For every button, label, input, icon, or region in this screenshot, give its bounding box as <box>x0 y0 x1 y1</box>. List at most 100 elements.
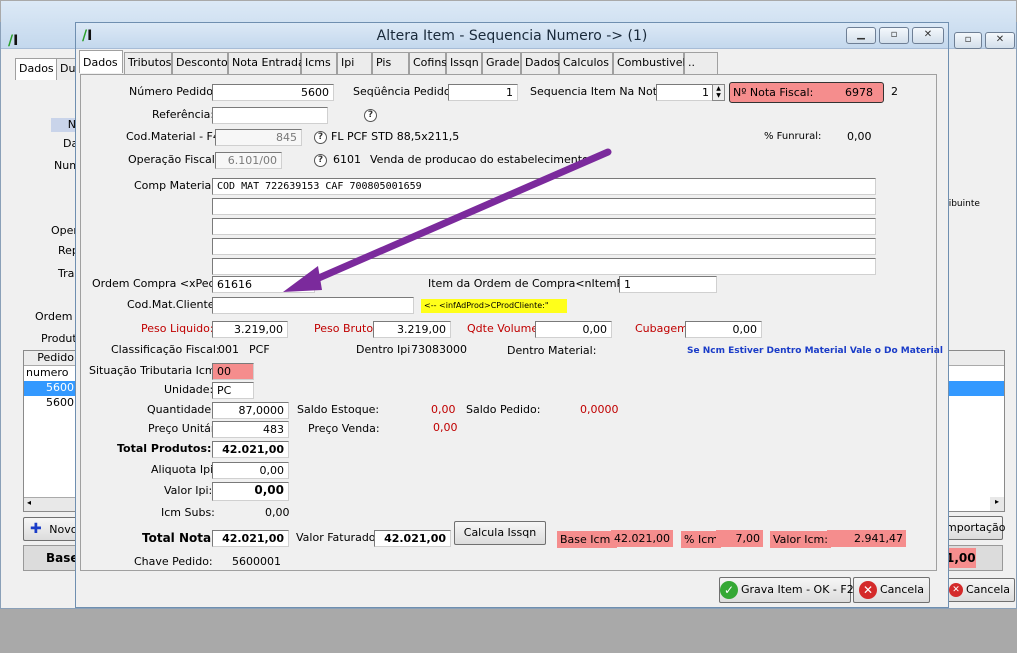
cod-material-desc: FL PCF STD 88,5x211,5 <box>331 130 460 143</box>
help-icon[interactable]: ? <box>314 154 327 167</box>
bg-cancel-button[interactable]: ✕ Cancela <box>945 578 1015 602</box>
sequencia-item-input[interactable]: 1 <box>656 84 713 101</box>
saldo-pedido-value: 0,0000 <box>580 403 619 416</box>
cubagem-input[interactable]: 0,00 <box>685 321 762 338</box>
bg-novo-button[interactable]: ✚ Novo <box>23 517 79 541</box>
tab-combustivel[interactable]: Combustivel <box>613 52 686 74</box>
total-nota-label: Total Nota: <box>142 531 216 545</box>
classificacao-desc: PCF <box>249 343 270 356</box>
unidade-label: Unidade: <box>164 383 214 396</box>
grava-item-button[interactable]: ✓ Grava Item - OK - F2 <box>719 577 854 603</box>
nota-fiscal-serie: 2 <box>891 85 898 98</box>
tab-icms[interactable]: Icms <box>301 52 337 74</box>
comp-material-line-2[interactable] <box>212 198 876 215</box>
dados-panel: Número Pedido: 5600 Seqüência Pedido: 1 … <box>80 74 943 571</box>
bg-grid-row[interactable]: 5600 <box>24 396 78 411</box>
referencia-input[interactable] <box>212 107 328 124</box>
bg-grid-row[interactable]: numero <box>24 366 78 381</box>
bg-importacao-button[interactable]: mportação <box>945 516 1006 540</box>
tab-tributos[interactable]: Tributos <box>124 52 172 74</box>
tab-more[interactable]: .. <box>684 52 718 74</box>
sequencia-pedido-input[interactable]: 1 <box>448 84 518 101</box>
saldo-estoque-value: 0,00 <box>431 403 456 416</box>
peso-liquido-input[interactable]: 3.219,00 <box>212 321 288 338</box>
comp-material-line-5[interactable] <box>212 258 876 275</box>
nota-fiscal-value[interactable]: 6978 <box>845 83 873 102</box>
qdte-volume-input[interactable]: 0,00 <box>535 321 612 338</box>
check-icon: ✓ <box>720 581 738 599</box>
total-produtos-input[interactable]: 42.021,00 <box>212 441 289 458</box>
saldo-pedido-label: Saldo Pedido: <box>466 403 541 416</box>
quantidade-input[interactable]: 87,0000 <box>212 402 289 419</box>
preco-venda-label: Preço Venda: <box>308 422 380 435</box>
minimize-button[interactable]: ▁ <box>846 27 876 44</box>
valor-icm-value[interactable]: 2.941,47 <box>827 530 906 547</box>
situacao-input[interactable]: 00 <box>212 363 254 380</box>
comp-material-line-3[interactable] <box>212 218 876 235</box>
preco-unitario-input[interactable]: 483 <box>212 421 289 438</box>
valor-faturado-label: Valor Faturado: <box>296 531 380 544</box>
plus-icon: ✚ <box>30 521 42 537</box>
bg-total-value: 1,00 <box>946 548 976 568</box>
close-button[interactable]: ✕ <box>912 27 944 44</box>
dentro-ipi-label: Dentro Ipi <box>356 343 411 356</box>
total-nota-input[interactable]: 42.021,00 <box>212 530 289 547</box>
calcula-issqn-button[interactable]: Calcula Issqn <box>454 521 546 545</box>
valor-ipi-input[interactable]: 0,00 <box>212 482 289 501</box>
ordem-compra-input[interactable]: 61616 <box>212 276 315 293</box>
sequencia-item-spinner[interactable]: ▲ ▼ <box>712 84 725 101</box>
bg-cancel-label: Cancela <box>966 583 1011 596</box>
chave-pedido-value: 5600001 <box>232 555 281 568</box>
help-icon[interactable]: ? <box>314 131 327 144</box>
dentro-ipi-value: 73083000 <box>411 343 467 356</box>
help-icon[interactable]: ? <box>364 109 377 122</box>
tab-grade[interactable]: Grade <box>482 52 521 74</box>
bg-novo-label: Novo <box>49 523 78 536</box>
comp-material-line-1[interactable]: COD MAT 722639153 CAF 700805001659 <box>212 178 876 195</box>
aliquota-ipi-input[interactable]: 0,00 <box>212 462 289 479</box>
comp-material-line-4[interactable] <box>212 238 876 255</box>
bg-restore-button[interactable]: ▫ <box>954 32 982 49</box>
cod-mat-cliente-hint: <-- <infAdProd>CProdCliente:" <box>421 299 567 313</box>
operacao-fiscal-input[interactable]: 6.101/00 <box>215 152 282 169</box>
bg-grid-scrollbar[interactable]: ◂ <box>24 497 78 511</box>
operacao-code: 6101 <box>333 153 361 166</box>
cancela-button[interactable]: ✕ Cancela <box>853 577 930 603</box>
bg-tab-dados[interactable]: Dados <box>15 58 58 80</box>
referencia-label: Referência: <box>152 108 215 121</box>
valor-faturado-input[interactable]: 42.021,00 <box>374 530 451 547</box>
tab-dados[interactable]: Dados <box>79 50 123 73</box>
chave-pedido-label: Chave Pedido: <box>134 555 213 568</box>
bg-close-button[interactable]: ✕ <box>985 32 1015 49</box>
situacao-label: Situação Tributaria Icms: <box>89 364 226 377</box>
peso-bruto-input[interactable]: 3.219,00 <box>373 321 451 338</box>
bg-pedido-grid[interactable]: Pedido numero 5600 5600 ◂ <box>23 350 79 512</box>
saldo-estoque-label: Saldo Estoque: <box>297 403 380 416</box>
tab-issqn[interactable]: Issqn <box>446 52 482 74</box>
tab-pis[interactable]: Pis <box>372 52 409 74</box>
cancel-icon: ✕ <box>949 583 963 597</box>
tab-calculos[interactable]: Calculos <box>559 52 613 74</box>
unidade-input[interactable]: PC <box>212 382 254 399</box>
ordem-compra-label: Ordem Compra <xPed>: <box>92 277 229 290</box>
maximize-button[interactable]: ▫ <box>879 27 909 44</box>
classificacao-label: Classificação Fiscal: <box>111 343 220 356</box>
tab-dados-2[interactable]: Dados <box>521 52 560 74</box>
bg-grid-row[interactable]: 5600 <box>24 381 78 396</box>
icm-subs-label: Icm Subs: <box>161 506 215 519</box>
pct-icm-value[interactable]: 7,00 <box>716 530 763 547</box>
dialog-title: Altera Item - Sequencia Numero -> (1) <box>376 28 648 44</box>
cod-mat-cliente-input[interactable] <box>212 297 414 314</box>
dialog-titlebar: /I Altera Item - Sequencia Numero -> (1)… <box>76 23 948 49</box>
numero-pedido-input[interactable]: 5600 <box>212 84 334 101</box>
tab-desconto[interactable]: Desconto <box>172 52 228 74</box>
item-ordem-input[interactable]: 1 <box>619 276 717 293</box>
cod-material-input[interactable]: 845 <box>215 129 302 146</box>
tab-ipi[interactable]: Ipi <box>337 52 372 74</box>
tab-cofins[interactable]: Cofins <box>409 52 447 74</box>
altera-item-dialog: /I Altera Item - Sequencia Numero -> (1)… <box>75 22 949 608</box>
base-icm-value[interactable]: 42.021,00 <box>611 530 673 547</box>
nota-fiscal-label: Nº Nota Fiscal: <box>733 86 814 99</box>
bg-right-grid-scroll[interactable]: ▸ <box>990 497 1004 511</box>
tab-nota-entrada[interactable]: Nota Entrada <box>228 52 305 74</box>
